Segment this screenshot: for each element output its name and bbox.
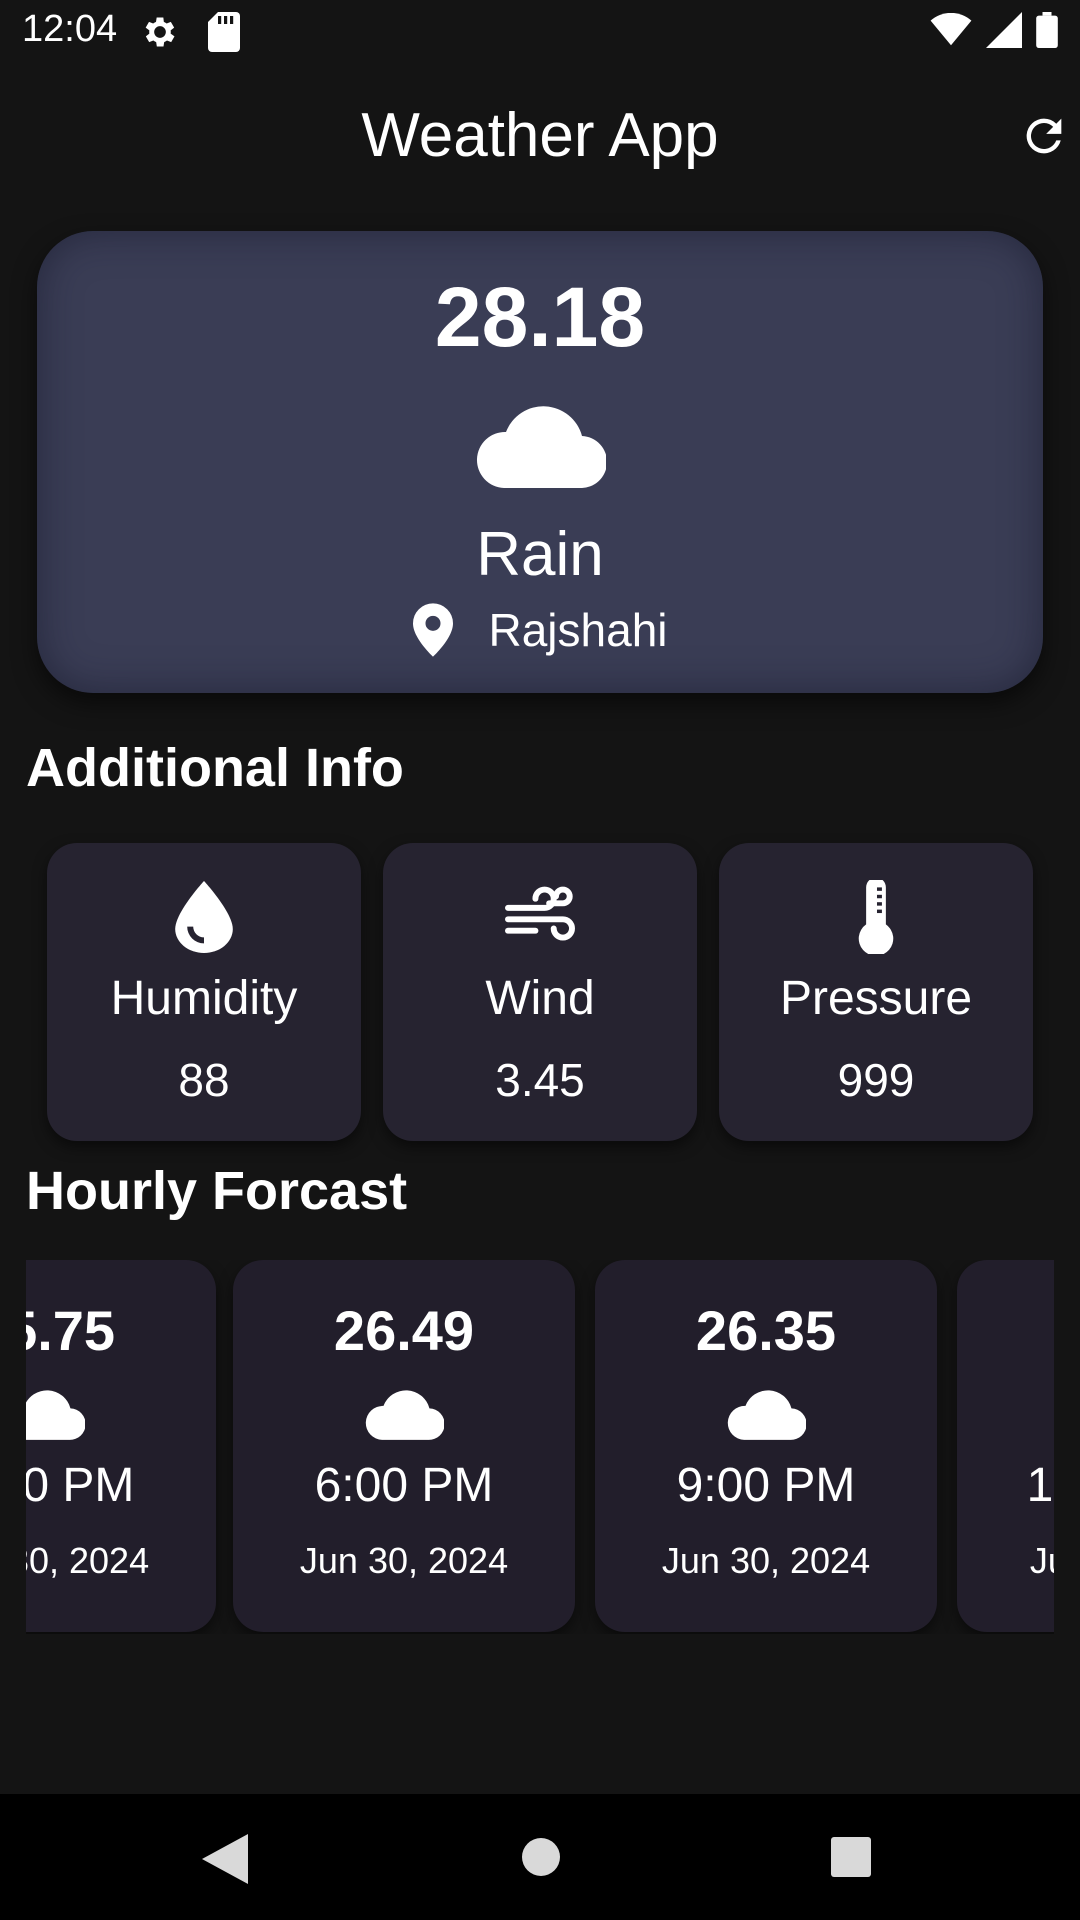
hourly-card[interactable]: 25.75 3:00 PM Jun 30, 2024 <box>26 1260 216 1632</box>
info-label: Humidity <box>110 972 298 1025</box>
hourly-card[interactable]: 26.49 6:00 PM Jun 30, 2024 <box>233 1260 575 1632</box>
cloud-icon <box>477 406 606 488</box>
hourly-temperature: 25.75 <box>26 1299 116 1362</box>
hourly-temperature: 26.49 <box>333 1299 475 1362</box>
recents-icon[interactable] <box>830 1836 872 1878</box>
hourly-date: Jun 30, 2024 <box>661 1540 871 1581</box>
pressure-icon-wrap <box>719 875 1033 959</box>
hourly-time: 12:00 AM <box>1026 1459 1054 1512</box>
current-temperature: 28.18 <box>434 270 646 364</box>
hourly-temperature: 26.35 <box>695 1299 837 1362</box>
hourly-time: 9:00 PM <box>676 1459 856 1512</box>
weather-screen: 12:04 Weather App 28.18 Rain Rajshahi Ad… <box>0 0 1080 1920</box>
current-condition: Rain <box>476 520 604 589</box>
additional-info-heading: Additional Info <box>26 738 404 798</box>
battery-icon <box>1036 12 1058 48</box>
signal-icon <box>986 12 1022 48</box>
humidity-icon-wrap <box>47 875 361 959</box>
cloud-icon <box>365 1390 444 1440</box>
cloud-icon <box>26 1390 85 1440</box>
cloud-icon <box>727 1390 806 1440</box>
navigation-bar <box>0 1794 1080 1920</box>
refresh-icon <box>1026 118 1062 154</box>
hourly-date: Jun 30, 2024 <box>299 1540 509 1581</box>
location-row: Rajshahi <box>37 603 1043 657</box>
water-drop-icon <box>175 881 233 953</box>
wind-icon <box>505 886 575 941</box>
back-icon[interactable] <box>202 1834 248 1884</box>
home-icon[interactable] <box>520 1836 562 1878</box>
hourly-date: Jul 01, 2024 <box>1029 1540 1054 1581</box>
refresh-button[interactable] <box>1016 108 1072 164</box>
thermometer-icon <box>858 880 894 954</box>
hourly-date: Jun 30, 2024 <box>26 1540 150 1581</box>
wind-card: Wind 3.45 <box>383 843 697 1141</box>
hourly-card[interactable]: 26.35 9:00 PM Jun 30, 2024 <box>595 1260 937 1632</box>
gear-icon <box>145 17 175 47</box>
app-bar: Weather App <box>0 80 1080 190</box>
current-weather-card: 28.18 Rain Rajshahi <box>37 231 1043 693</box>
hourly-time: 3:00 PM <box>26 1459 135 1512</box>
info-value: 3.45 <box>495 1054 585 1106</box>
info-label: Wind <box>485 972 595 1025</box>
location-pin-icon <box>412 603 453 657</box>
wifi-icon <box>930 13 972 46</box>
app-title: Weather App <box>361 101 719 170</box>
hourly-forecast-heading: Hourly Forcast <box>26 1161 408 1221</box>
status-left-icons <box>140 12 240 52</box>
pressure-card: Pressure 999 <box>719 843 1033 1141</box>
status-bar: 12:04 <box>0 0 1080 64</box>
hourly-forecast-list[interactable]: 25.75 3:00 PM Jun 30, 2024 26.49 6:00 PM… <box>26 1260 1054 1634</box>
hourly-card[interactable]: 12:00 AM Jul 01, 2024 <box>957 1260 1054 1632</box>
wind-icon-wrap <box>383 875 697 959</box>
humidity-card: Humidity 88 <box>47 843 361 1141</box>
sd-card-icon <box>208 12 240 52</box>
info-value: 88 <box>178 1054 230 1106</box>
info-label: Pressure <box>779 972 973 1025</box>
status-time: 12:04 <box>22 8 118 50</box>
info-value: 999 <box>837 1054 915 1106</box>
status-right-icons <box>930 12 1058 48</box>
location-name: Rajshahi <box>488 604 668 656</box>
hourly-time: 6:00 PM <box>314 1459 494 1512</box>
